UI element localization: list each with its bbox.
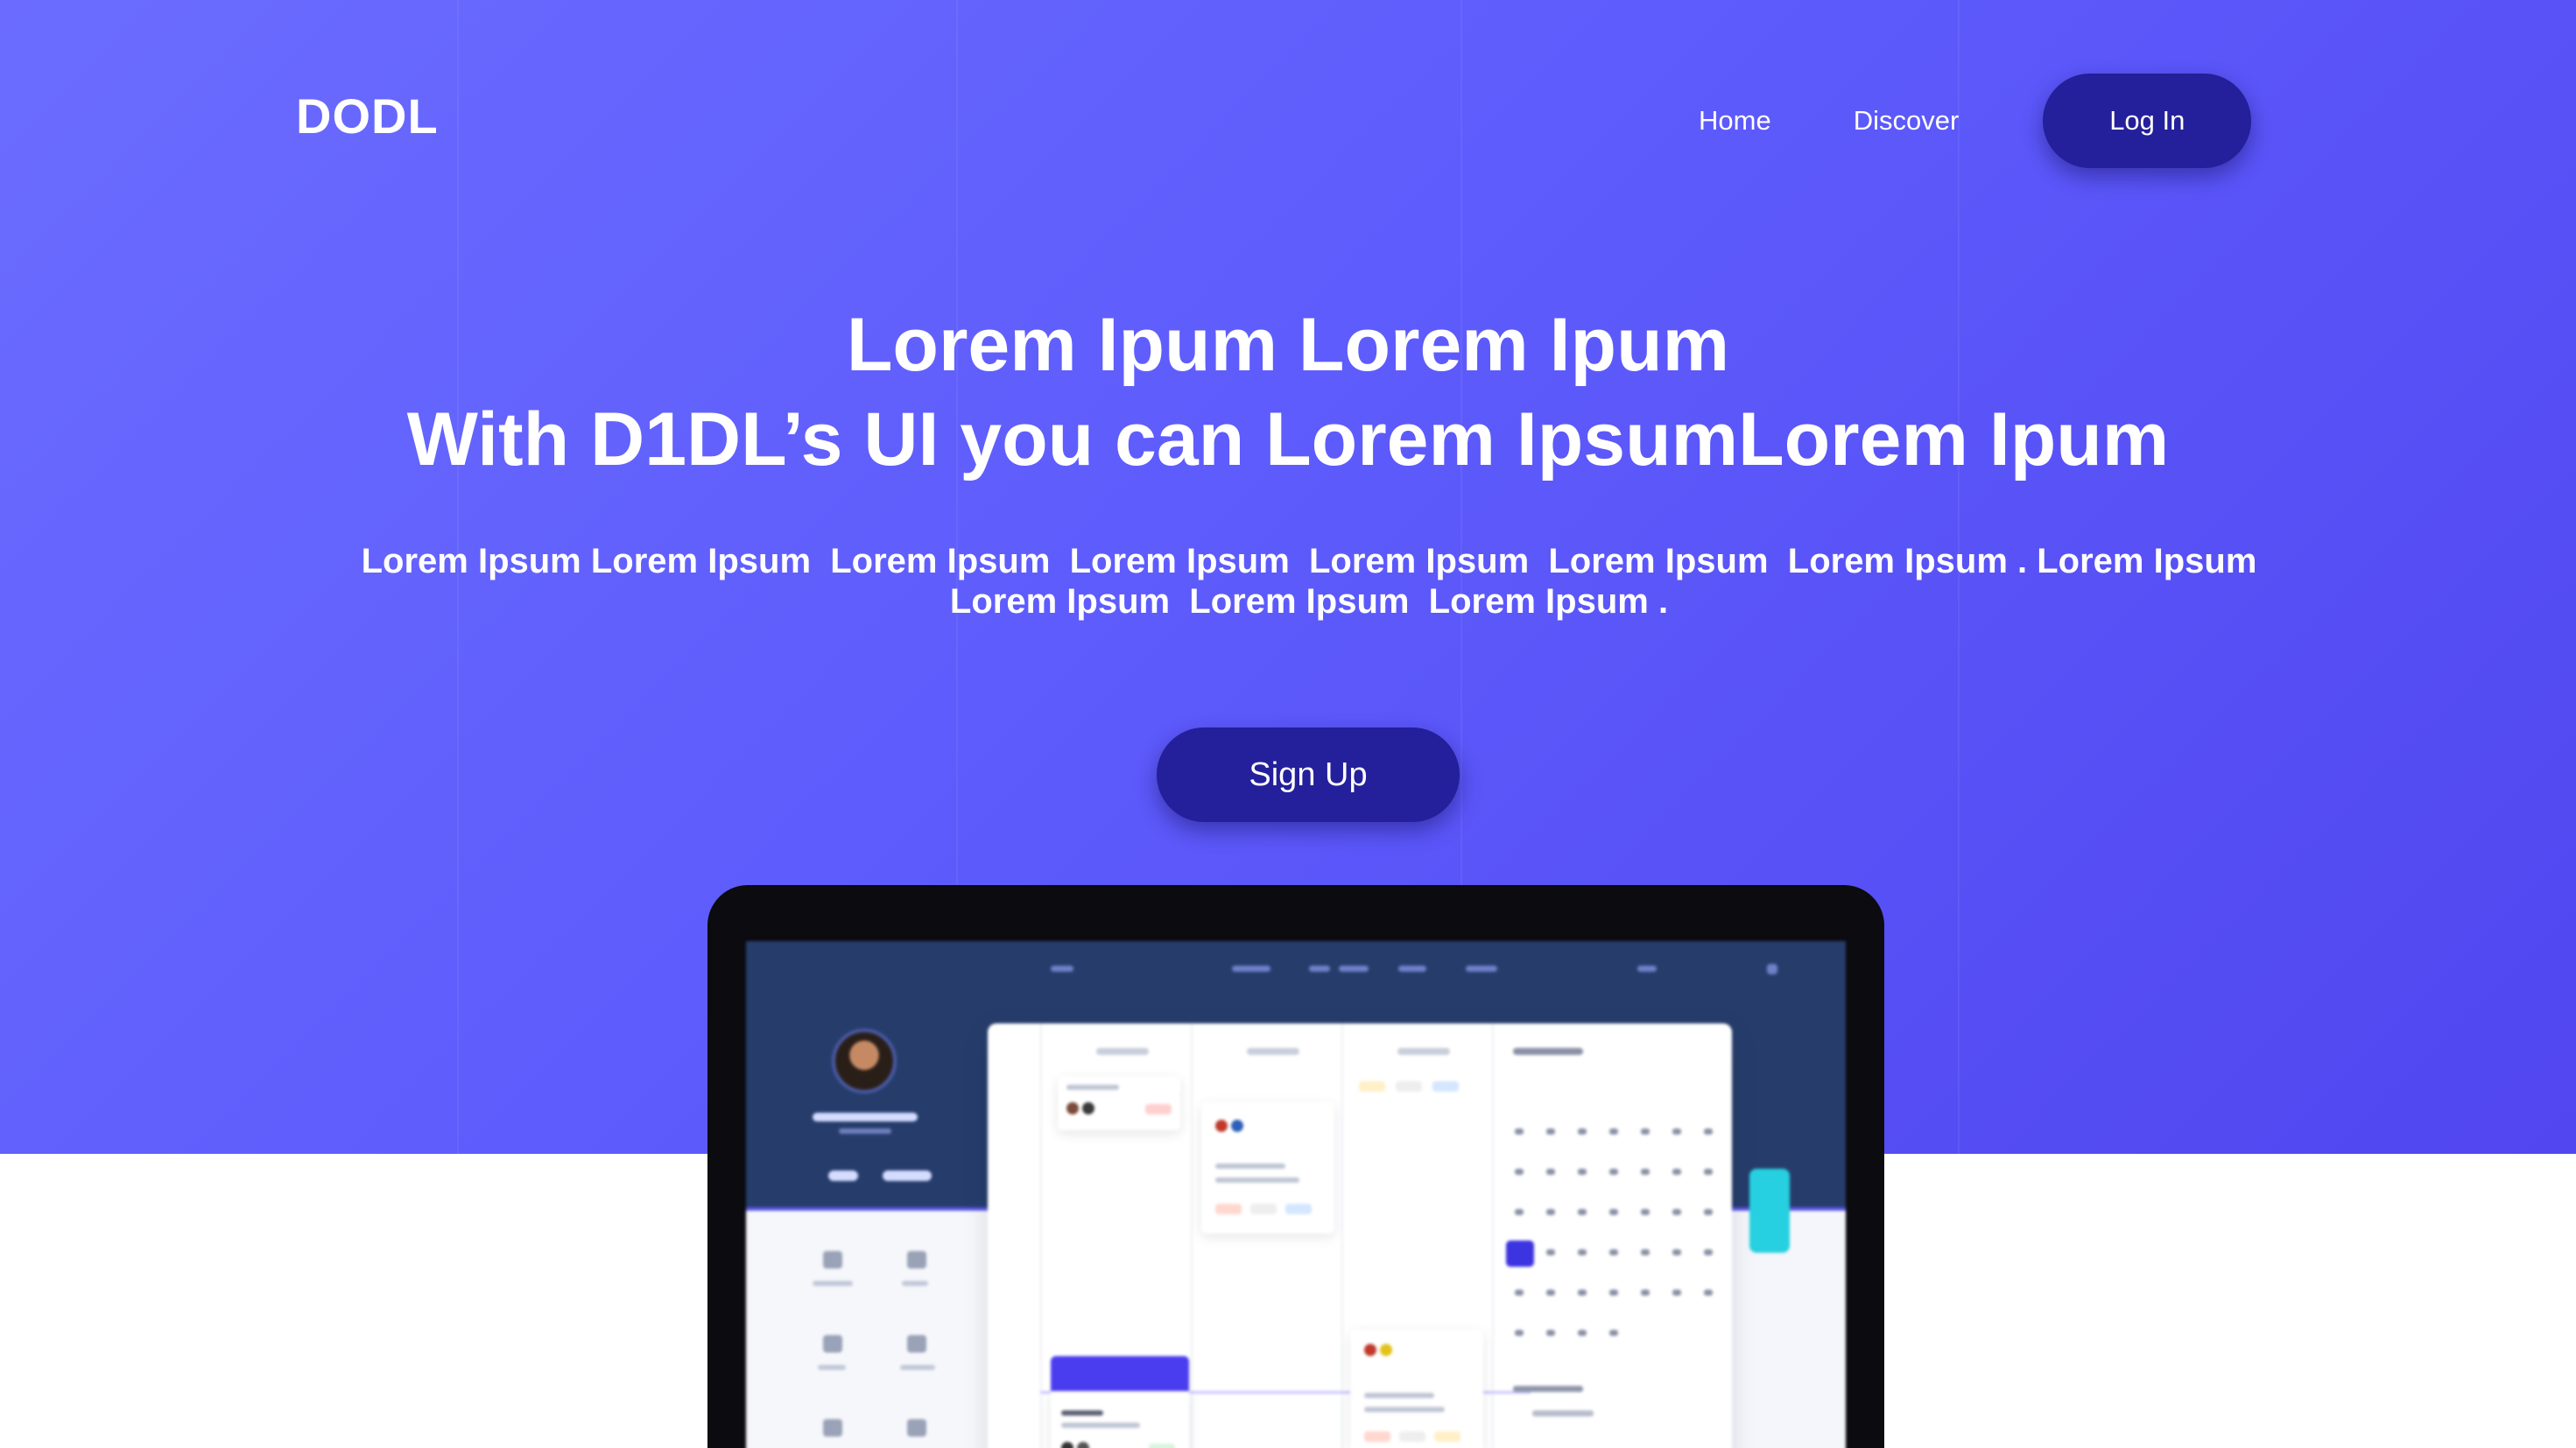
hero-headline-line-1: Lorem Ipum Lorem Ipum [846, 303, 1730, 387]
grid-guide-line [457, 0, 459, 1448]
nav-link-home[interactable]: Home [1699, 105, 1771, 137]
preview-stat [883, 1170, 932, 1181]
preview-add-button [1749, 1169, 1790, 1253]
preview-user-subtitle [839, 1128, 891, 1134]
preview-mini-calendar [1501, 1076, 1720, 1339]
nav-link-discover[interactable]: Discover [1854, 105, 1960, 137]
laptop-mockup [707, 885, 1884, 1448]
hero-subtext-line-2: Lorem Ipsum Lorem Ipsum Lorem Ipsum . [949, 582, 1669, 621]
preview-avatar [832, 1029, 897, 1093]
hero-subtext-line-1: Lorem Ipsum Lorem Ipsum Lorem Ipsum Lore… [361, 542, 2257, 580]
grid-guide-line [1958, 0, 1960, 1448]
top-nav: Home Discover Log In [1699, 74, 2252, 168]
signup-button[interactable]: Sign Up [1157, 728, 1460, 822]
hero-headline: Lorem Ipum Lorem Ipum With D1DL’s UI you… [0, 298, 2576, 487]
login-button[interactable]: Log In [2043, 74, 2252, 168]
preview-user-name [813, 1113, 918, 1121]
preview-nav [746, 964, 1846, 983]
hero-subtext: Lorem Ipsum Lorem Ipsum Lorem Ipsum Lore… [350, 541, 2268, 622]
preview-calendar-panel [988, 1023, 1732, 1448]
brand-logo[interactable]: DODL [296, 88, 439, 144]
preview-side-menu [746, 1211, 988, 1448]
hero-headline-line-2: With D1DL’s UI you can Lorem IpsumLorem … [406, 397, 2170, 481]
app-preview-image [746, 941, 1846, 1448]
preview-stat [828, 1170, 858, 1181]
